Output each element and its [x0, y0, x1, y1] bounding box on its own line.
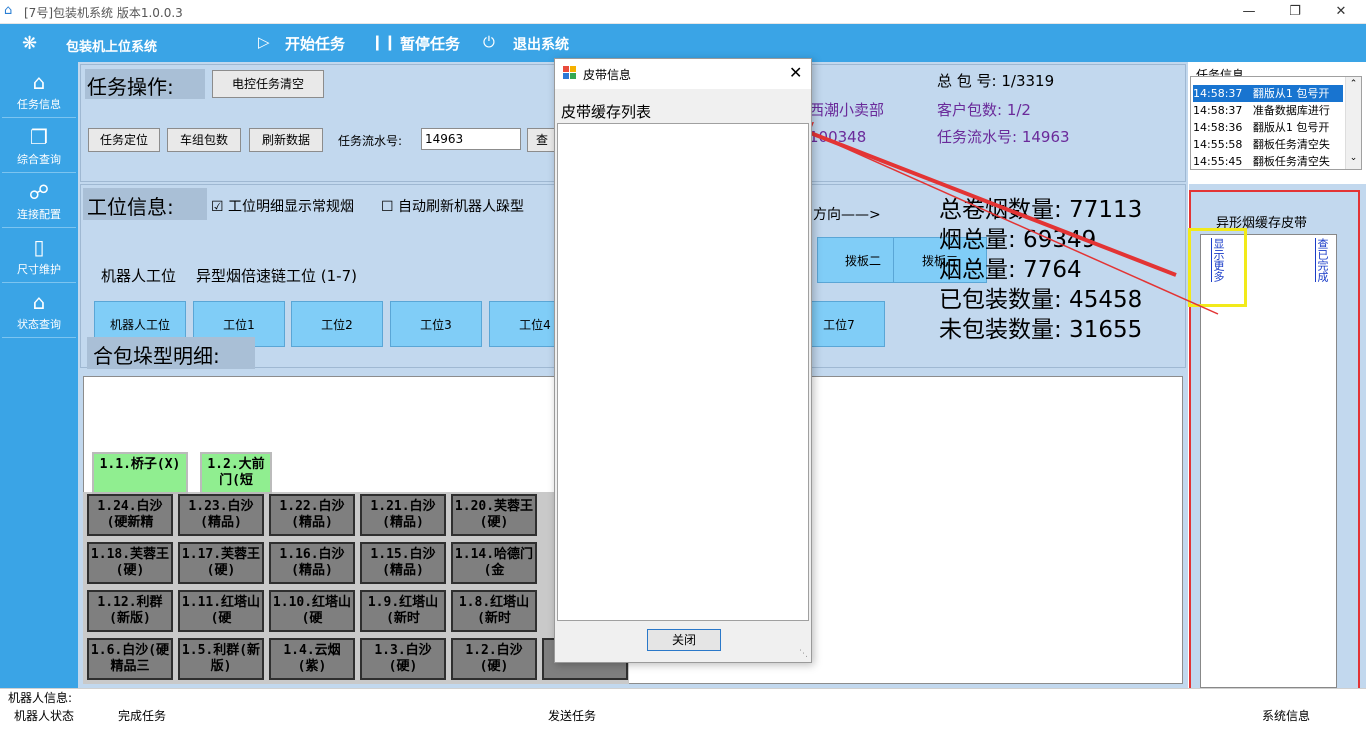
send-task-label: 发送任务 — [548, 709, 597, 723]
done-task-label: 完成任务 — [118, 709, 167, 723]
app-window-icon — [563, 66, 576, 79]
status-bar: 机器人信息: 机器人状态 完成任务 发送任务 系统信息 — [0, 688, 1366, 729]
belt-list-label: 皮带缓存列表 — [561, 103, 652, 121]
belt-info-dialog: 皮带信息 ✕ 皮带缓存列表 关闭 ⋱ — [554, 58, 812, 663]
robot-info-label: 机器人信息: — [8, 691, 73, 705]
resize-grip-icon[interactable]: ⋱ — [799, 649, 808, 659]
robot-state-label: 机器人状态 — [14, 709, 75, 723]
dialog-close-button[interactable]: 关闭 — [647, 629, 721, 651]
arrow-shaft — [807, 130, 1177, 277]
arrow-thin-line — [799, 127, 1219, 315]
dialog-close-icon[interactable]: ✕ — [789, 63, 802, 82]
system-info-label: 系统信息 — [1262, 709, 1311, 723]
dialog-title: 皮带信息 — [583, 68, 632, 82]
belt-cache-listbox[interactable] — [557, 123, 809, 621]
